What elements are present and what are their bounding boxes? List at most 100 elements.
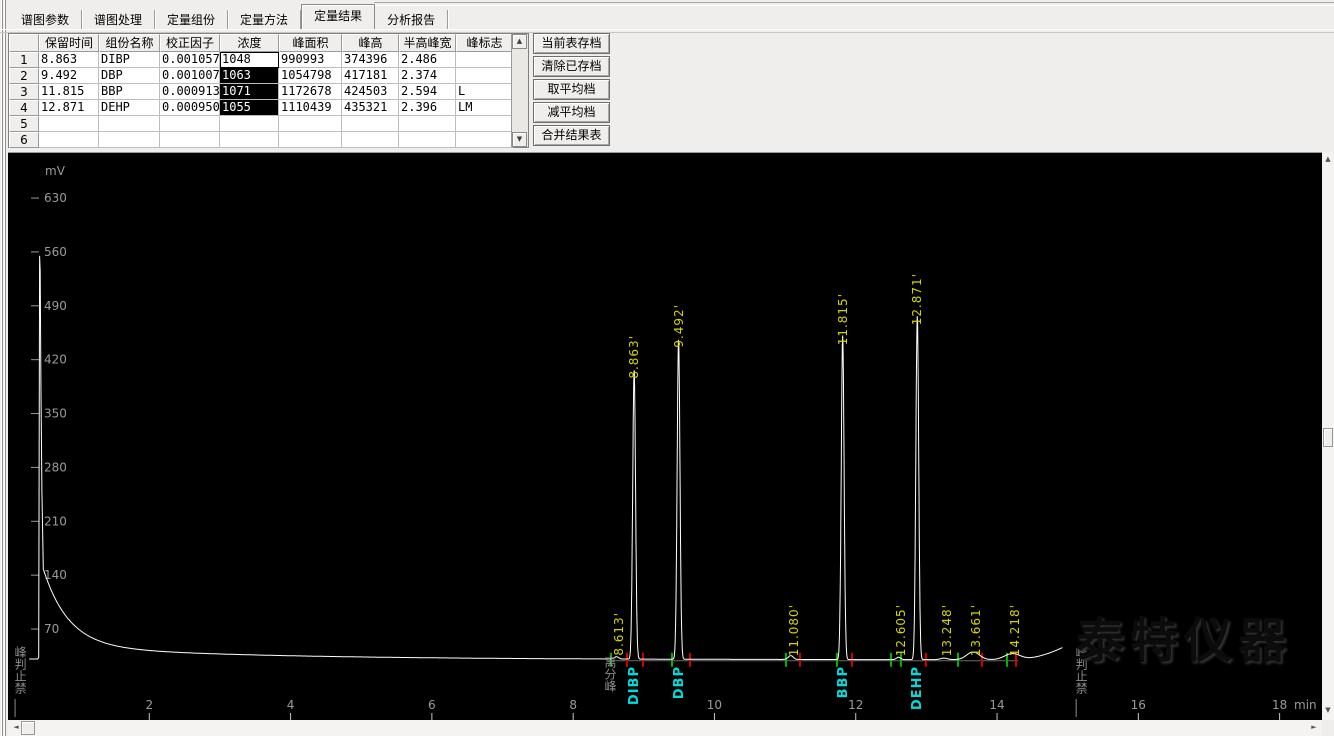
table-cell[interactable]: 1055 bbox=[220, 100, 279, 116]
table-cell[interactable] bbox=[456, 116, 513, 132]
table-cell[interactable]: 0.00105719 bbox=[160, 52, 220, 68]
table-cell[interactable]: DIBP bbox=[99, 52, 160, 68]
tab-quant-components[interactable]: 定量组份 bbox=[155, 10, 228, 30]
table-cell[interactable]: 0.00095049 bbox=[160, 100, 220, 116]
table-cell[interactable]: DBP bbox=[99, 68, 160, 84]
vertical-scrollbar[interactable]: ▲ ▼ bbox=[1322, 152, 1334, 720]
results-table: 保留时间组份名称校正因子浓度峰面积峰高半高峰宽峰标志 18.863DIBP0.0… bbox=[8, 33, 529, 148]
row-header[interactable]: 2 bbox=[9, 68, 39, 84]
window-left-border bbox=[0, 0, 8, 738]
table-cell[interactable]: LM bbox=[456, 100, 513, 116]
row-header[interactable]: 1 bbox=[9, 52, 39, 68]
svg-text:350: 350 bbox=[44, 407, 67, 421]
svg-text:14: 14 bbox=[989, 698, 1004, 712]
table-cell[interactable]: 1172678 bbox=[279, 84, 342, 100]
table-cell[interactable] bbox=[99, 132, 160, 148]
svg-text:420: 420 bbox=[44, 353, 67, 367]
column-header: 峰面积 bbox=[279, 34, 342, 52]
table-cell[interactable] bbox=[160, 116, 220, 132]
table-cell[interactable] bbox=[99, 116, 160, 132]
column-header: 峰高 bbox=[342, 34, 399, 52]
table-cell[interactable]: 12.871 bbox=[39, 100, 99, 116]
tab-spectrum-params[interactable]: 谱图参数 bbox=[9, 10, 82, 30]
subtract-average-button[interactable]: 减平均档 bbox=[533, 102, 610, 123]
table-cell[interactable]: DEHP bbox=[99, 100, 160, 116]
column-header: 组份名称 bbox=[99, 34, 160, 52]
table-cell[interactable]: 1110439 bbox=[279, 100, 342, 116]
svg-text:12: 12 bbox=[848, 698, 863, 712]
table-cell[interactable] bbox=[342, 116, 399, 132]
row-header[interactable]: 4 bbox=[9, 100, 39, 116]
row-header[interactable]: 6 bbox=[9, 132, 39, 148]
svg-text:18: 18 bbox=[1272, 698, 1287, 712]
vendor-watermark: 泰特仪器 bbox=[1076, 601, 1292, 671]
svg-text:min: min bbox=[1294, 698, 1317, 712]
scroll-up-icon[interactable]: ▲ bbox=[512, 34, 527, 49]
table-cell[interactable]: 9.492 bbox=[39, 68, 99, 84]
tab-analysis-report[interactable]: 分析报告 bbox=[375, 10, 448, 30]
tab-spectrum-process[interactable]: 谱图处理 bbox=[82, 10, 155, 30]
table-cell[interactable]: 2.396 bbox=[399, 100, 456, 116]
table-cell[interactable] bbox=[456, 68, 513, 84]
table-cell[interactable] bbox=[39, 116, 99, 132]
svg-text:210: 210 bbox=[44, 514, 67, 528]
table-cell[interactable]: 8.863 bbox=[39, 52, 99, 68]
table-scrollbar[interactable]: ▲ ▼ bbox=[511, 34, 528, 147]
clear-archived-button[interactable]: 清除已存档 bbox=[533, 56, 610, 77]
tab-quant-method[interactable]: 定量方法 bbox=[228, 10, 301, 30]
table-cell[interactable] bbox=[160, 132, 220, 148]
row-header[interactable]: 5 bbox=[9, 116, 39, 132]
save-current-table-button[interactable]: 当前表存档 bbox=[533, 33, 610, 54]
table-cell[interactable]: 417181 bbox=[342, 68, 399, 84]
table-cell[interactable]: 1054798 bbox=[279, 68, 342, 84]
table-cell[interactable]: 1048 bbox=[220, 52, 279, 68]
table-cell[interactable] bbox=[220, 132, 279, 148]
table-cell[interactable] bbox=[279, 132, 342, 148]
table-cell[interactable]: 374396 bbox=[342, 52, 399, 68]
horizontal-scrollbar-thumb[interactable] bbox=[21, 721, 35, 735]
table-body: 18.863DIBP0.0010571910489909933743962.48… bbox=[9, 52, 528, 148]
table-cell[interactable] bbox=[456, 52, 513, 68]
table-cell[interactable]: 435321 bbox=[342, 100, 399, 116]
table-cell[interactable]: 2.594 bbox=[399, 84, 456, 100]
svg-text:10: 10 bbox=[707, 698, 722, 712]
scroll-up-icon[interactable]: ▲ bbox=[1322, 153, 1334, 166]
column-header: 浓度 bbox=[220, 34, 279, 52]
svg-text:490: 490 bbox=[44, 299, 67, 313]
table-cell[interactable] bbox=[399, 132, 456, 148]
scroll-right-icon[interactable]: ► bbox=[1307, 721, 1321, 735]
vertical-scrollbar-thumb[interactable] bbox=[1323, 428, 1333, 447]
table-cell[interactable] bbox=[39, 132, 99, 148]
table-row: 29.492DBP0.00100738106310547984171812.37… bbox=[9, 68, 528, 84]
tab-bar: 谱图参数 谱图处理 定量组份 定量方法 定量结果 分析报告 bbox=[9, 3, 448, 30]
table-cell[interactable] bbox=[279, 116, 342, 132]
merge-results-table-button[interactable]: 合并结果表 bbox=[533, 125, 610, 146]
table-cell[interactable]: BBP bbox=[99, 84, 160, 100]
scroll-down-icon[interactable]: ▼ bbox=[1322, 704, 1334, 717]
table-cell[interactable] bbox=[220, 116, 279, 132]
column-header: 校正因子 bbox=[160, 34, 220, 52]
table-cell[interactable] bbox=[342, 132, 399, 148]
table-cell[interactable]: 2.486 bbox=[399, 52, 456, 68]
chromatogram-plot[interactable]: 70140210280350420490560630mV246810121416… bbox=[8, 152, 1322, 721]
table-cell[interactable]: 11.815 bbox=[39, 84, 99, 100]
table-cell[interactable]: 1071 bbox=[220, 84, 279, 100]
column-header: 保留时间 bbox=[39, 34, 99, 52]
table-cell[interactable]: 1063 bbox=[220, 68, 279, 84]
table-cell[interactable]: 0.00091338 bbox=[160, 84, 220, 100]
tab-quant-results[interactable]: 定量结果 bbox=[301, 4, 375, 30]
horizontal-scrollbar[interactable]: ◄ ► bbox=[8, 720, 1322, 736]
table-cell[interactable]: 990993 bbox=[279, 52, 342, 68]
table-cell[interactable]: 0.00100738 bbox=[160, 68, 220, 84]
table-header-row: 保留时间组份名称校正因子浓度峰面积峰高半高峰宽峰标志 bbox=[9, 34, 528, 52]
svg-text:6: 6 bbox=[428, 698, 436, 712]
table-cell[interactable]: 424503 bbox=[342, 84, 399, 100]
table-cell[interactable]: L bbox=[456, 84, 513, 100]
scroll-down-icon[interactable]: ▼ bbox=[512, 132, 527, 147]
table-cell[interactable] bbox=[399, 116, 456, 132]
get-average-button[interactable]: 取平均档 bbox=[533, 79, 610, 100]
row-header[interactable]: 3 bbox=[9, 84, 39, 100]
table-cell[interactable] bbox=[456, 132, 513, 148]
table-cell[interactable]: 2.374 bbox=[399, 68, 456, 84]
svg-text:8: 8 bbox=[569, 698, 577, 712]
